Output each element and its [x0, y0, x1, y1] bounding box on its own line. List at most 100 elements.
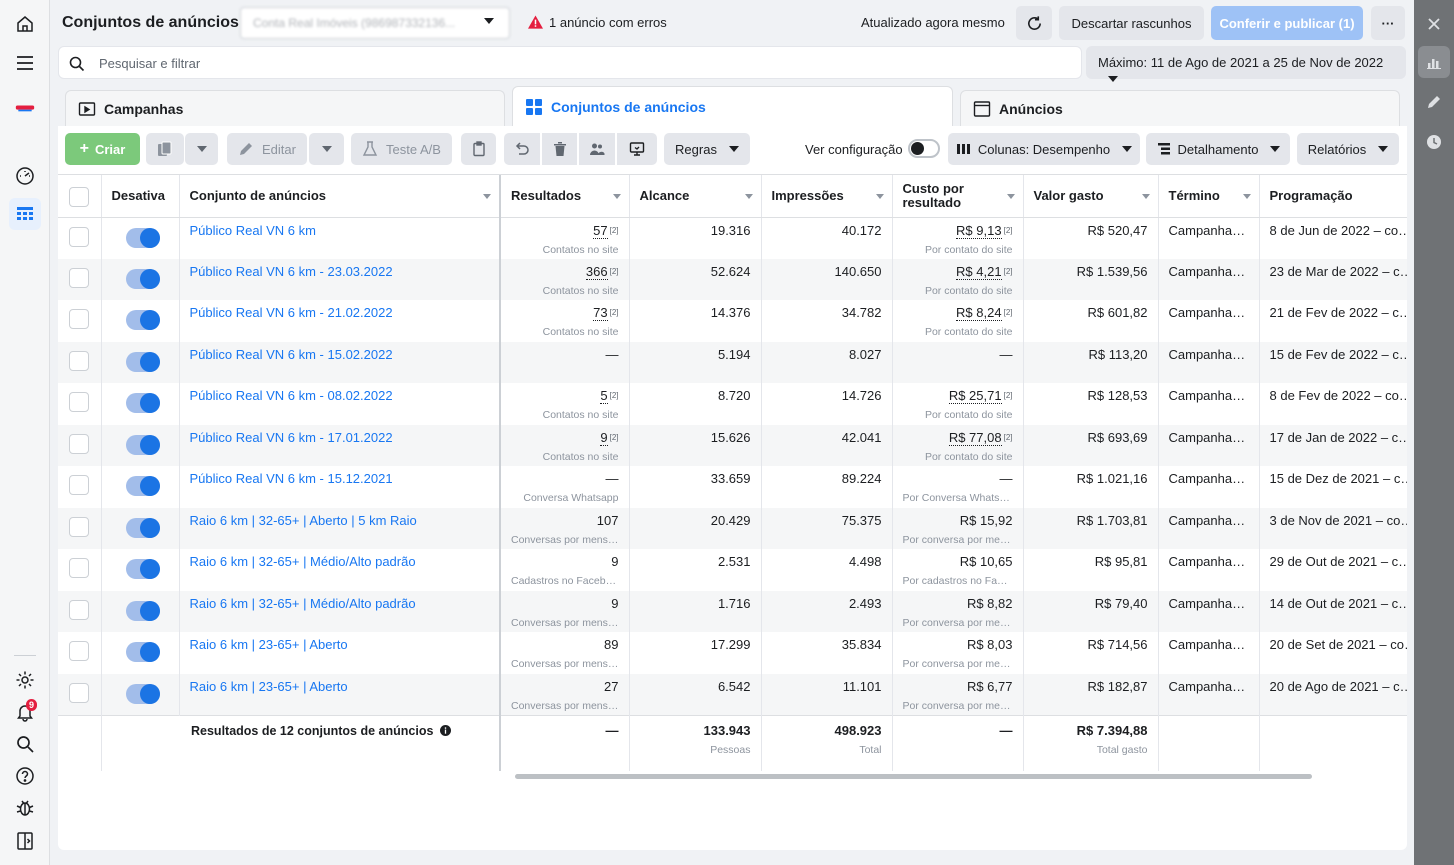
history-clock-icon[interactable]	[1418, 126, 1450, 158]
view-config-toggle[interactable]	[908, 139, 940, 158]
delete-button[interactable]	[542, 133, 577, 165]
ad-set-name[interactable]: Público Real VN 6 km - 15.12.2021	[179, 466, 501, 508]
column-header-name[interactable]: Conjunto de anúncios	[179, 175, 501, 218]
table-row[interactable]: Raio 6 km | 32-65+ | Médio/Alto padrão 9 C…	[58, 590, 1407, 632]
ad-set-name[interactable]: Público Real VN 6 km - 15.02.2022	[179, 341, 501, 383]
settings-gear-icon[interactable]	[9, 664, 41, 696]
ad-set-name[interactable]: Público Real VN 6 km - 08.02.2022	[179, 383, 501, 425]
discard-drafts-button[interactable]: Descartar rascunhos	[1059, 6, 1204, 40]
error-link[interactable]: 1 anúncio com erros	[549, 15, 667, 30]
ad-set-name[interactable]: Raio 6 km | 32-65+ | Aberto | 5 km Raio	[179, 507, 501, 549]
delivery-toggle[interactable]	[125, 268, 160, 289]
delivery-toggle[interactable]	[125, 642, 160, 662]
delivery-toggle[interactable]	[125, 600, 160, 621]
dashboard-gauge-icon[interactable]	[9, 160, 41, 192]
column-header-cost[interactable]: Custo por resultado	[892, 175, 1024, 218]
bar-chart-icon[interactable]	[1418, 46, 1450, 78]
account-select[interactable]: Conta Real Imóveis (986987332136...	[240, 7, 510, 39]
table-row[interactable]: Público Real VN 6 km - 23.03.2022 366 [2] C…	[58, 258, 1407, 300]
edit-pencil-icon[interactable]	[1418, 86, 1450, 118]
ad-set-name[interactable]: Raio 6 km | 23-65+ | Aberto	[179, 632, 501, 674]
columns-button[interactable]: Colunas: Desempenho	[948, 133, 1140, 165]
home-icon[interactable]	[9, 8, 41, 40]
delivery-toggle[interactable]	[125, 476, 160, 496]
edit-button[interactable]: Editar	[227, 133, 307, 165]
delivery-toggle[interactable]	[125, 683, 160, 704]
row-checkbox[interactable]	[69, 350, 89, 371]
row-checkbox[interactable]	[69, 309, 89, 329]
duplicate-button[interactable]	[146, 133, 184, 165]
info-icon[interactable]	[439, 724, 451, 736]
close-icon[interactable]	[1418, 8, 1450, 40]
horizontal-scrollbar[interactable]	[515, 774, 1312, 779]
row-checkbox[interactable]	[69, 392, 89, 412]
edit-dropdown-button[interactable]	[309, 133, 344, 165]
table-row[interactable]: Público Real VN 6 km - 15.02.2022—5.194 8…	[58, 341, 1407, 383]
row-checkbox[interactable]	[69, 475, 89, 495]
undo-button[interactable]	[504, 133, 540, 165]
select-all-checkbox[interactable]	[69, 187, 89, 208]
table-row[interactable]: Raio 6 km | 23-65+ | Aberto 89 Conversas p…	[58, 632, 1407, 674]
row-checkbox[interactable]	[69, 641, 89, 661]
more-options-button[interactable]: ···	[1371, 6, 1405, 40]
tab-campaigns[interactable]: Campanhas	[65, 90, 505, 126]
table-row[interactable]: Raio 6 km | 32-65+ | Aberto | 5 km Raio 1…	[58, 507, 1407, 549]
ad-set-name[interactable]: Público Real VN 6 km	[179, 217, 501, 259]
table-row[interactable]: Público Real VN 6 km - 15.12.2021— Conver…	[58, 466, 1407, 508]
tab-ad-sets[interactable]: Conjuntos de anúncios	[512, 86, 953, 126]
ad-set-name[interactable]: Público Real VN 6 km - 21.02.2022	[179, 300, 501, 342]
search-input[interactable]: Pesquisar e filtrar	[99, 56, 200, 71]
ad-set-name[interactable]: Raio 6 km | 32-65+ | Médio/Alto padrão	[179, 549, 501, 591]
column-header-reach[interactable]: Alcance	[629, 175, 762, 218]
row-checkbox[interactable]	[69, 599, 89, 620]
row-checkbox[interactable]	[69, 433, 89, 454]
ad-set-name[interactable]: Público Real VN 6 km - 17.01.2022	[179, 424, 501, 466]
side-panel-toggle-icon[interactable]	[9, 825, 41, 857]
notifications-bell-icon[interactable]: 9	[9, 696, 41, 728]
review-publish-button[interactable]: Conferir e publicar (1)	[1211, 6, 1363, 40]
reports-button[interactable]: Relatórios	[1297, 133, 1399, 165]
delivery-toggle[interactable]	[125, 310, 160, 330]
ab-test-button[interactable]: Teste A/B	[351, 133, 452, 165]
column-header-schedule[interactable]: Programação	[1259, 175, 1407, 218]
delivery-toggle[interactable]	[125, 351, 160, 372]
duplicate-dropdown-button[interactable]	[185, 133, 218, 165]
row-checkbox[interactable]	[69, 558, 89, 578]
breakdown-button[interactable]: Detalhamento	[1146, 133, 1290, 165]
clipboard-button[interactable]	[461, 133, 496, 165]
delivery-toggle[interactable]	[125, 434, 160, 455]
column-header-spent[interactable]: Valor gasto	[1023, 175, 1159, 218]
row-checkbox[interactable]	[69, 226, 89, 247]
date-range-picker[interactable]: Máximo: 11 de Ago de 2021 a 25 de Nov de…	[1086, 46, 1406, 82]
delivery-toggle[interactable]	[125, 393, 160, 413]
search-icon[interactable]	[9, 728, 41, 760]
delivery-toggle[interactable]	[125, 559, 160, 579]
ads-manager-table-icon[interactable]	[9, 198, 41, 230]
table-row[interactable]: Público Real VN 6 km - 08.02.2022 5 [2] Con…	[58, 383, 1407, 425]
delivery-toggle[interactable]	[125, 227, 160, 248]
audience-button[interactable]	[579, 133, 615, 165]
help-question-icon[interactable]	[9, 760, 41, 792]
column-header-impressions[interactable]: Impressões	[761, 175, 893, 218]
create-button[interactable]: + Criar	[65, 133, 140, 165]
search-filter-bar[interactable]: Pesquisar e filtrar	[58, 46, 1082, 79]
tab-ads[interactable]: Anúncios	[960, 90, 1400, 126]
column-header-toggle[interactable]: Desativa	[101, 175, 180, 218]
rules-button[interactable]: Regras	[664, 133, 750, 165]
table-row[interactable]: Raio 6 km | 23-65+ | Aberto 27 Conversas p…	[58, 673, 1407, 715]
account-logo-icon[interactable]	[9, 92, 41, 124]
menu-icon[interactable]	[9, 47, 41, 79]
row-checkbox[interactable]	[69, 267, 89, 288]
ad-set-name[interactable]: Raio 6 km | 32-65+ | Médio/Alto padrão	[179, 590, 501, 632]
ad-set-name[interactable]: Público Real VN 6 km - 23.03.2022	[179, 258, 501, 300]
delivery-toggle[interactable]	[125, 517, 160, 538]
row-checkbox[interactable]	[69, 682, 89, 703]
row-checkbox[interactable]	[69, 516, 89, 537]
table-row[interactable]: Raio 6 km | 32-65+ | Médio/Alto padrão 9 C…	[58, 549, 1407, 591]
preview-button[interactable]	[617, 133, 657, 165]
refresh-button[interactable]	[1016, 6, 1052, 40]
bug-report-icon[interactable]	[9, 792, 41, 824]
column-header-results[interactable]: Resultados	[500, 175, 630, 218]
column-header-end[interactable]: Término	[1158, 175, 1260, 218]
table-row[interactable]: Público Real VN 6 km - 17.01.2022 9 [2] Con…	[58, 424, 1407, 466]
